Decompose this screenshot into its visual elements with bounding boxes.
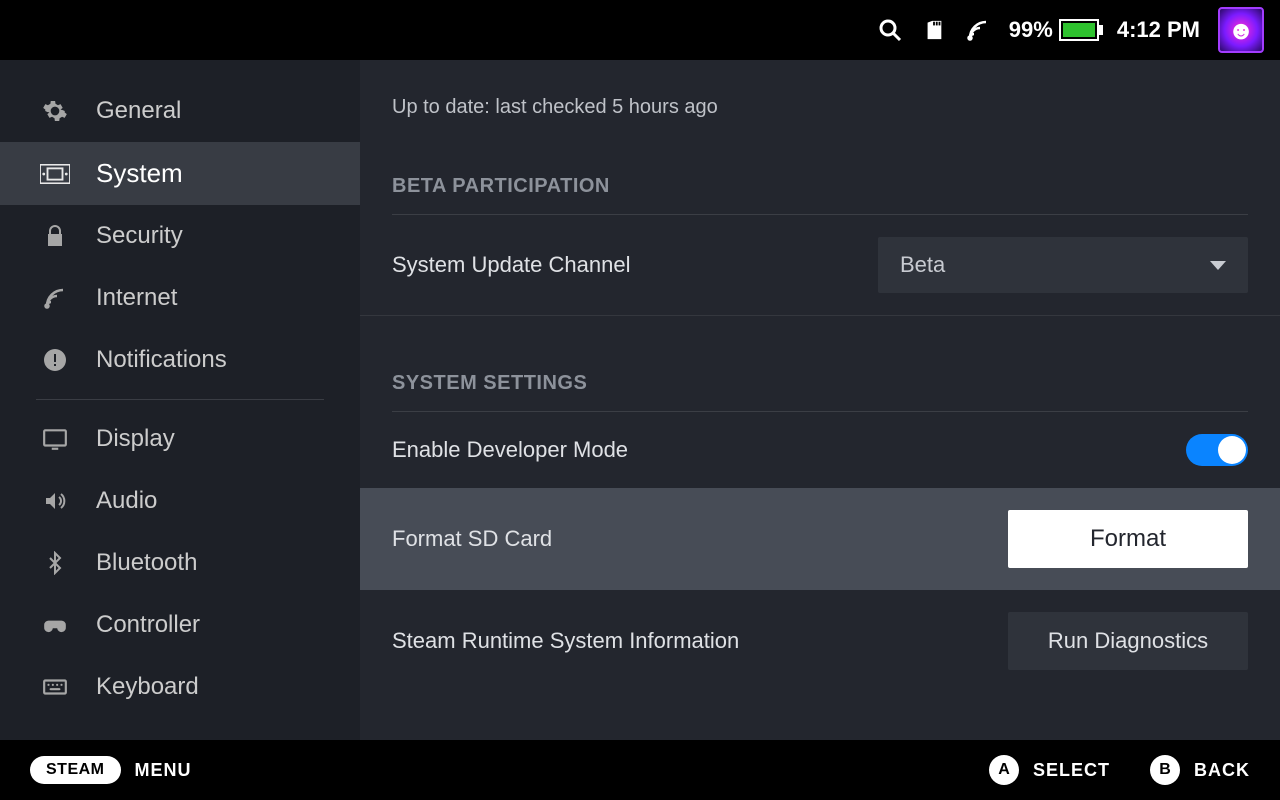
sidebar: General System Security Internet Notific… bbox=[0, 60, 360, 740]
sidebar-item-label: Bluetooth bbox=[96, 549, 197, 577]
update-channel-label: System Update Channel bbox=[392, 252, 630, 278]
signal-icon bbox=[40, 283, 70, 313]
lock-icon bbox=[40, 221, 70, 251]
sidebar-item-label: Display bbox=[96, 425, 175, 453]
dropdown-value: Beta bbox=[900, 252, 945, 278]
select-label: SELECT bbox=[1033, 760, 1110, 781]
chevron-down-icon bbox=[1210, 261, 1226, 270]
runtime-info-row: Steam Runtime System Information Run Dia… bbox=[360, 590, 1280, 692]
sidebar-item-label: Keyboard bbox=[96, 673, 199, 701]
format-sd-label: Format SD Card bbox=[392, 526, 552, 552]
runtime-info-label: Steam Runtime System Information bbox=[392, 628, 739, 654]
top-bar: 99% 4:12 PM ☻ bbox=[0, 0, 1280, 60]
sidebar-divider bbox=[36, 399, 324, 400]
sidebar-item-label: Notifications bbox=[96, 346, 227, 374]
audio-icon bbox=[40, 486, 70, 516]
sidebar-item-internet[interactable]: Internet bbox=[0, 267, 360, 329]
device-icon bbox=[40, 159, 70, 189]
sidebar-item-label: General bbox=[96, 97, 181, 125]
sidebar-item-label: Controller bbox=[96, 611, 200, 639]
sidebar-item-bluetooth[interactable]: Bluetooth bbox=[0, 532, 360, 594]
battery-icon bbox=[1059, 19, 1099, 41]
update-status: Up to date: last checked 5 hours ago bbox=[360, 60, 1280, 119]
dev-mode-label: Enable Developer Mode bbox=[392, 437, 628, 463]
sidebar-item-notifications[interactable]: Notifications bbox=[0, 329, 360, 391]
content-panel: Up to date: last checked 5 hours ago BET… bbox=[360, 60, 1280, 740]
format-button[interactable]: Format bbox=[1008, 510, 1248, 568]
sidebar-item-general[interactable]: General bbox=[0, 80, 360, 142]
sidebar-item-display[interactable]: Display bbox=[0, 408, 360, 470]
sidebar-item-label: System bbox=[96, 158, 183, 189]
format-sd-row[interactable]: Format SD Card Format bbox=[360, 488, 1280, 590]
controller-icon bbox=[40, 610, 70, 640]
sidebar-item-controller[interactable]: Controller bbox=[0, 594, 360, 656]
back-label: BACK bbox=[1194, 760, 1250, 781]
battery-pct: 99% bbox=[1009, 17, 1053, 43]
clock: 4:12 PM bbox=[1117, 17, 1200, 43]
bluetooth-icon bbox=[40, 548, 70, 578]
diagnostics-button[interactable]: Run Diagnostics bbox=[1008, 612, 1248, 670]
beta-participation-header: BETA PARTICIPATION bbox=[360, 119, 1280, 206]
sidebar-item-label: Security bbox=[96, 222, 183, 250]
sidebar-item-label: Audio bbox=[96, 487, 157, 515]
a-button-icon: A bbox=[989, 755, 1019, 785]
battery-status: 99% bbox=[1009, 17, 1099, 43]
system-settings-header: SYSTEM SETTINGS bbox=[360, 316, 1280, 403]
search-icon[interactable] bbox=[877, 17, 903, 43]
gear-icon bbox=[40, 96, 70, 126]
wifi-icon[interactable] bbox=[965, 17, 991, 43]
b-button-icon: B bbox=[1150, 755, 1180, 785]
menu-label: MENU bbox=[135, 760, 192, 781]
bottom-bar: STEAM MENU A SELECT B BACK bbox=[0, 740, 1280, 800]
keyboard-icon bbox=[40, 672, 70, 702]
display-icon bbox=[40, 424, 70, 454]
sidebar-item-keyboard[interactable]: Keyboard bbox=[0, 656, 360, 718]
update-channel-dropdown[interactable]: Beta bbox=[878, 237, 1248, 293]
dev-mode-toggle[interactable] bbox=[1186, 434, 1248, 466]
sidebar-item-audio[interactable]: Audio bbox=[0, 470, 360, 532]
update-channel-row: System Update Channel Beta bbox=[360, 215, 1280, 316]
sidebar-item-system[interactable]: System bbox=[0, 142, 360, 205]
steam-button[interactable]: STEAM bbox=[30, 756, 121, 784]
sidebar-item-security[interactable]: Security bbox=[0, 205, 360, 267]
sidebar-item-label: Internet bbox=[96, 284, 177, 312]
alert-icon bbox=[40, 345, 70, 375]
avatar[interactable]: ☻ bbox=[1218, 7, 1264, 53]
dev-mode-row: Enable Developer Mode bbox=[360, 412, 1280, 488]
sd-card-icon[interactable] bbox=[921, 17, 947, 43]
